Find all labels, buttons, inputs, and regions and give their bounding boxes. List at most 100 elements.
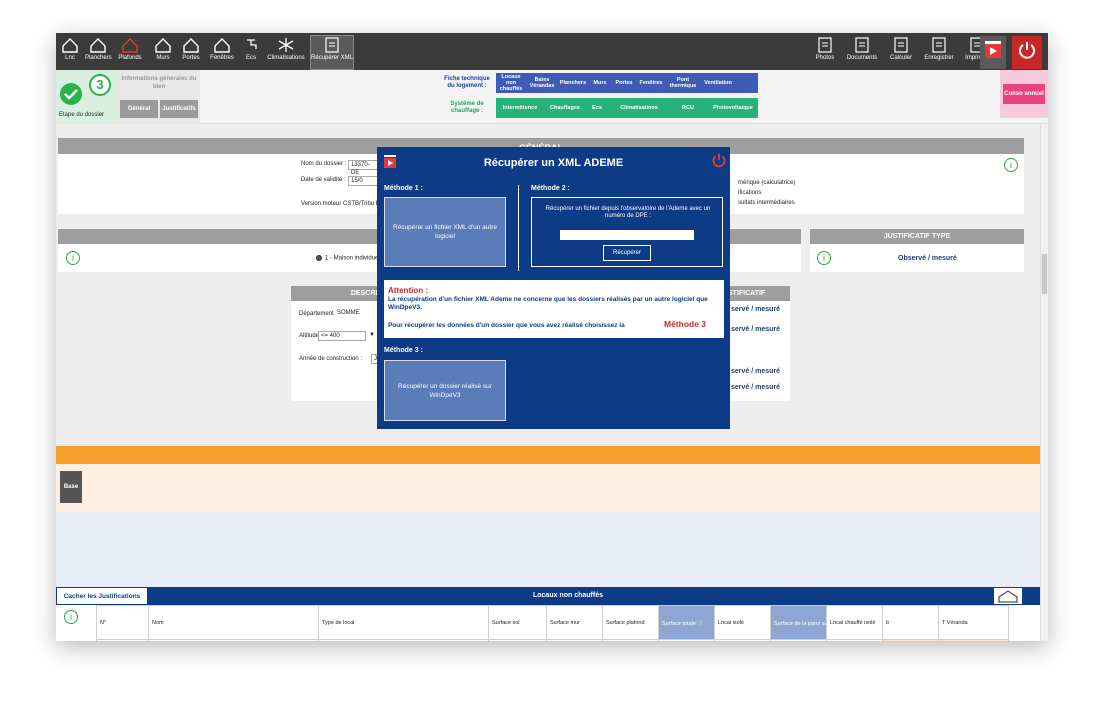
column-header[interactable]: Type de local [318, 605, 489, 640]
methode2-label: Méthode 2 : [531, 185, 570, 192]
scrollbar-thumb[interactable] [1042, 254, 1047, 294]
option-calculatrice[interactable]: mérique (calculatrice) [738, 180, 795, 186]
ribbon-photos-button[interactable]: Photos [811, 36, 839, 69]
annee-label: Année de construction : [299, 356, 363, 362]
column-header[interactable]: Local chauffé isolé [826, 605, 883, 640]
fiche-item-1[interactable]: Baies Vérandas [527, 73, 557, 93]
ribbon-murs-button[interactable]: Murs [150, 36, 176, 69]
chevron-down-icon[interactable]: ▼ [369, 332, 375, 338]
ribbon-plafonds-button[interactable]: Plafonds [113, 36, 147, 69]
column-header[interactable]: Surface totale ⓘ [658, 605, 715, 640]
conso-annuel-button[interactable]: Conso annuel [1003, 84, 1045, 104]
fiche-item-3[interactable]: Murs [589, 73, 611, 93]
radio-maison[interactable]: 1 - Maison individuell [316, 255, 381, 262]
date-validite-input[interactable]: 15/0 [348, 176, 378, 186]
dpe-number-input[interactable] [560, 230, 694, 240]
observe-value-2: servé / mesuré [731, 326, 781, 333]
cacher-justifications-tab[interactable]: Cacher les Justifications [56, 587, 148, 605]
column-header[interactable]: T Véranda [938, 605, 1009, 640]
general-button[interactable]: Général [120, 100, 158, 118]
attention-methode3: Méthode 3 [664, 319, 707, 329]
systeme-item-4[interactable]: RCU [670, 98, 706, 118]
info-title: Informations générales du bien [121, 76, 197, 90]
observe-value-3: servé / mesuré [731, 368, 781, 375]
ribbon-documents-button[interactable]: Documents [844, 36, 880, 69]
info-icon[interactable]: i [817, 251, 831, 265]
sub-toolbar: 3 Etape du dossier Informations générale… [56, 70, 1048, 124]
base-tab[interactable]: Base [60, 471, 82, 503]
info-generales: Informations générales du bien Général J… [118, 70, 200, 124]
methode2-text: Récupérer un fichier depuis l'observatoi… [545, 206, 711, 219]
info-icon[interactable]: i [64, 610, 78, 624]
calculator-icon [884, 36, 918, 54]
ribbon-calculer-button[interactable]: Calculer [884, 36, 918, 69]
ribbon-ecs-button[interactable]: Ecs [240, 36, 262, 69]
systeme-item-3[interactable]: Climatisations [609, 98, 669, 118]
altitude-select[interactable]: <= 400 [318, 331, 366, 341]
fiche-item-0[interactable]: Locaux non chauffés [496, 73, 526, 93]
faucet-icon [240, 36, 262, 54]
table-cell[interactable]: LNC2021_12_02_10_31_04_6884672002790034 [148, 639, 319, 641]
document-icon [844, 36, 880, 54]
xml-import-icon [311, 36, 353, 54]
fiche-item-5[interactable]: Fenêtres [637, 73, 665, 93]
fiche-item-6[interactable]: Pont thermique [666, 73, 700, 93]
table-cell[interactable]: 15.67 [770, 639, 827, 641]
methode1-button[interactable]: Récupérer un fichier XML d'un autre logi… [384, 197, 506, 267]
video-help-icon[interactable] [980, 36, 1006, 69]
systeme-item-0[interactable]: Intermittence [496, 98, 544, 118]
justificatifs-button[interactable]: Justificatifs [160, 100, 198, 118]
ribbon-button-label: Lnc [65, 55, 75, 61]
column-header[interactable]: b [882, 605, 939, 640]
info-icon[interactable]: i [66, 251, 80, 265]
house-lnc-icon [58, 36, 82, 54]
column-header[interactable]: Local isolé [714, 605, 771, 640]
table-cell[interactable]: 0.95 [882, 639, 939, 641]
info-icon[interactable]: i [1004, 158, 1018, 172]
table-cell[interactable] [488, 639, 547, 641]
systeme-item-2[interactable]: Ecs [586, 98, 608, 118]
fiche-item-2[interactable]: Planchers [558, 73, 588, 93]
power-icon[interactable] [1012, 36, 1042, 69]
departement-input[interactable]: SOMME [335, 309, 375, 319]
attention-text: La récupération d'un fichier XML Ademe n… [388, 296, 708, 311]
column-header[interactable]: Surface mur [546, 605, 603, 640]
fiche-item-4[interactable]: Portes [612, 73, 636, 93]
table-cell[interactable]: Combles fortement ventilés [318, 639, 489, 641]
ribbon-climatisations-button[interactable]: Climatisations [264, 36, 308, 69]
table-cell[interactable]: 1 [96, 639, 149, 641]
vertical-scrollbar[interactable] [1040, 124, 1048, 641]
table-cell[interactable]: Non [714, 639, 771, 641]
systeme-item-1[interactable]: Chauffages [545, 98, 585, 118]
column-header[interactable]: N° [96, 605, 149, 640]
table-cell[interactable]: Oui [826, 639, 883, 641]
close-power-icon[interactable] [711, 152, 727, 168]
recuperer-button[interactable]: Récupérer [603, 245, 651, 261]
etape-dossier[interactable]: 3 Etape du dossier [56, 70, 118, 124]
house-lnc-icon[interactable] [994, 588, 1022, 604]
nom-dossier-input[interactable]: 13370-DE [348, 160, 378, 176]
option-resultats[interactable]: sultats intermédiaires [738, 200, 795, 206]
systeme-item-5[interactable]: Photovoltaique [707, 98, 759, 118]
modal-title: Récupérer un XML ADEME [483, 157, 624, 169]
ribbon-planchers-button[interactable]: Planchers [85, 36, 112, 69]
methode3-button[interactable]: Récupérer un dossier réalisé sur WinDpeV… [384, 360, 506, 421]
table-cell[interactable] [602, 639, 659, 641]
ribbon-fen-tres-button[interactable]: Fenêtres [206, 36, 238, 69]
option-verifications[interactable]: ifications [738, 190, 761, 196]
fiche-item-7[interactable]: Ventilation [701, 73, 735, 93]
methode3-label: Méthode 3 : [384, 347, 423, 354]
table-cell[interactable]: 15.67 [658, 639, 715, 641]
column-header[interactable]: Surface plafond [602, 605, 659, 640]
spacer-area [56, 512, 1040, 587]
table-row[interactable]: 1LNC2021_12_02_10_31_04_6884672002790034… [96, 639, 1009, 641]
column-header[interactable]: Surface de la paroi sur local chauffé ⓘ [770, 605, 827, 640]
ribbon-portes-button[interactable]: Portes [178, 36, 204, 69]
column-header[interactable]: Nom [148, 605, 319, 640]
ribbon-r-cup-rer-xml-button[interactable]: Récupérer XML [310, 35, 354, 70]
ribbon-lnc-button[interactable]: Lnc [58, 36, 82, 69]
column-header[interactable]: Surface sol [488, 605, 547, 640]
table-cell[interactable] [546, 639, 603, 641]
table-cell[interactable] [938, 639, 1009, 641]
ribbon-enregistrer-button[interactable]: Enregistrer [921, 36, 957, 69]
